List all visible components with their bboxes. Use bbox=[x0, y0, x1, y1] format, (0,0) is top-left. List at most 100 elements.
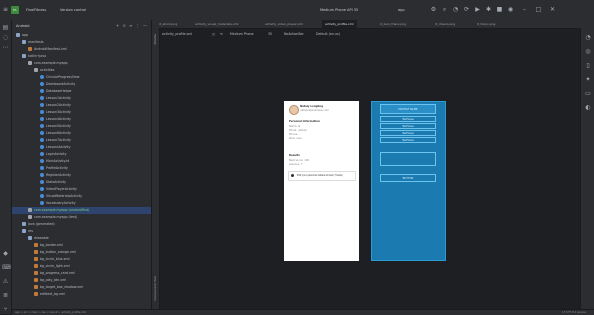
tree-item[interactable]: Lesson1Activity bbox=[12, 95, 151, 102]
gemini-icon[interactable]: ✦ bbox=[584, 76, 592, 84]
design-mode-icon[interactable]: ◫ bbox=[212, 30, 215, 39]
api-dropdown[interactable]: 35 bbox=[268, 30, 272, 39]
run-icon[interactable]: ▶ bbox=[474, 6, 481, 13]
tree-item[interactable]: com.example.myapp (test) bbox=[12, 214, 151, 221]
tree-item[interactable]: StatsActivity bbox=[12, 179, 151, 186]
profile-icon[interactable]: ◉ bbox=[507, 6, 514, 13]
design-canvas[interactable] bbox=[160, 40, 579, 312]
tree-item[interactable]: com.example.myapp bbox=[12, 60, 151, 67]
device-dropdown[interactable]: Medium Phone bbox=[230, 30, 254, 39]
running-devices-icon[interactable]: ▭ bbox=[584, 90, 592, 98]
search-icon[interactable]: ⌕ bbox=[441, 6, 448, 13]
sync-icon[interactable]: ⟳ bbox=[463, 6, 470, 13]
emulator-icon[interactable]: ◐ bbox=[584, 104, 592, 112]
tree-item[interactable]: DashboardActivity bbox=[12, 81, 151, 88]
tree-item[interactable]: activities bbox=[12, 67, 151, 74]
tree-item[interactable]: bg_play_btn.xml bbox=[12, 277, 151, 284]
terminal-icon[interactable]: ⌨ bbox=[2, 264, 11, 271]
breadcrumb[interactable]: app > src > main > res > layout > activi… bbox=[15, 310, 86, 315]
minimize-icon[interactable]: – bbox=[521, 6, 528, 13]
git-icon[interactable]: ⑂ bbox=[2, 306, 9, 313]
tree-item[interactable]: bg_border.xml bbox=[12, 242, 151, 249]
blueprint-preview[interactable]: PROFILE NAME TextView TextView TextView … bbox=[371, 101, 446, 261]
problems-icon[interactable]: ⚠ bbox=[2, 278, 9, 285]
tree-item[interactable]: Lesson5Activity bbox=[12, 123, 151, 130]
xml-file-icon bbox=[34, 250, 38, 254]
stop-icon[interactable]: ■ bbox=[496, 6, 503, 13]
tree-item[interactable]: bg_circle_light.xml bbox=[12, 263, 151, 270]
logcat-icon[interactable]: ≣ bbox=[2, 292, 9, 299]
tree-item[interactable]: VocabularyActivity bbox=[12, 200, 151, 207]
component-tree-tab[interactable]: Component Tree bbox=[153, 276, 157, 301]
tab-file[interactable]: it_tokyo.png bbox=[474, 20, 498, 28]
gear-icon[interactable]: ⚙ bbox=[430, 6, 437, 13]
tree-item[interactable]: res bbox=[12, 228, 151, 235]
close-icon[interactable]: ✕ bbox=[549, 6, 556, 13]
device-selector[interactable]: Medium Phone API 35 bbox=[320, 6, 358, 14]
right-tool-strip: ◔ ◎ ▯ ✦ ▭ ◐ bbox=[580, 28, 594, 314]
xml-file-icon bbox=[34, 278, 38, 282]
tree-item-label: drawable bbox=[34, 236, 49, 240]
tree-item[interactable]: java (generated) bbox=[12, 221, 151, 228]
vcs-widget[interactable]: Version control bbox=[60, 6, 86, 14]
main-menu-icon[interactable]: ≡ bbox=[2, 6, 9, 13]
project-toolbar[interactable]: + ⊙ ≡ ⋮ — bbox=[116, 23, 148, 29]
status-right[interactable]: LF UTF-8 4 spaces bbox=[562, 310, 586, 315]
design-preview[interactable]: Nataly Longling natalyl@example.com Pers… bbox=[284, 101, 359, 261]
notifications-icon[interactable]: ◔ bbox=[584, 34, 592, 42]
tree-item[interactable]: RegisterActivity bbox=[12, 172, 151, 179]
tree-item[interactable]: bg_progress_card.xml bbox=[12, 270, 151, 277]
tree-item[interactable]: LessonsActivity bbox=[12, 144, 151, 151]
folder-icon[interactable]: ▤ bbox=[2, 24, 9, 31]
tree-item[interactable]: VisualMaterialsActivity bbox=[12, 193, 151, 200]
commit-icon[interactable]: ◌ bbox=[2, 34, 9, 41]
android-icon[interactable]: ◆ bbox=[2, 250, 9, 257]
edit-details-card[interactable]: Edit your personal details at test (7 te… bbox=[288, 171, 356, 181]
tree-item[interactable]: manifests bbox=[12, 39, 151, 46]
tree-item[interactable]: Lesson7Activity bbox=[12, 137, 151, 144]
tree-item[interactable]: bg_circle_blue.xml bbox=[12, 256, 151, 263]
tree-item[interactable]: AndroidManifest.xml bbox=[12, 46, 151, 53]
project-name[interactable]: FinalFitness bbox=[26, 6, 46, 14]
tree-item[interactable]: Lesson4Activity bbox=[12, 116, 151, 123]
orientation-icon[interactable]: ⟲ bbox=[220, 30, 223, 39]
tab-file[interactable]: activity_visual_materials.xml bbox=[192, 20, 241, 28]
locale-dropdown[interactable]: Default (en-us) bbox=[316, 30, 340, 39]
tree-item[interactable]: com.example.myapp (androidTest) bbox=[12, 207, 151, 214]
tree-item[interactable]: Lesson2Activity bbox=[12, 102, 151, 109]
palette-tab[interactable]: Palette bbox=[153, 34, 157, 44]
tree-item[interactable]: LoginActivity bbox=[12, 151, 151, 158]
device-manager-icon[interactable]: ▯ bbox=[584, 62, 592, 70]
tree-item[interactable]: bg_target_box_shadow.xml bbox=[12, 284, 151, 291]
tab-file[interactable]: it_zero_there.png bbox=[377, 20, 409, 28]
debug-icon[interactable]: ✱ bbox=[485, 6, 492, 13]
tree-item[interactable]: kotlin+java bbox=[12, 53, 151, 60]
tab-active[interactable]: activity_profile.xml bbox=[322, 20, 357, 28]
project-view-selector[interactable]: Android bbox=[16, 23, 30, 29]
maximize-icon[interactable]: □ bbox=[535, 6, 542, 13]
tree-item[interactable]: Lesson3Activity bbox=[12, 109, 151, 116]
file-selector[interactable]: activity_profile.xml bbox=[162, 30, 192, 39]
tree-item[interactable]: Lesson6Activity bbox=[12, 130, 151, 137]
tab-file[interactable]: activity_video_player.xml bbox=[262, 20, 306, 28]
theme-dropdown[interactable]: NoActionBar bbox=[284, 30, 304, 39]
run-config-selector[interactable]: app bbox=[398, 6, 405, 14]
tree-item[interactable]: VideoPlayerActivity bbox=[12, 186, 151, 193]
tree-item[interactable]: CircularProgressView bbox=[12, 74, 151, 81]
tab-file[interactable]: it_stock.png bbox=[156, 20, 180, 28]
tab-file[interactable]: it_cheers.png bbox=[432, 20, 458, 28]
tree-item[interactable]: DatabaseHelper bbox=[12, 88, 151, 95]
more-icon[interactable]: ⋯ bbox=[2, 44, 9, 51]
project-badge[interactable]: FA bbox=[11, 6, 19, 14]
tree-item[interactable]: edittext_bg.xml bbox=[12, 291, 151, 298]
blueprint-section-box bbox=[380, 152, 436, 166]
tree-item-label: edittext_bg.xml bbox=[40, 292, 65, 296]
bell-icon[interactable]: ◔ bbox=[452, 6, 459, 13]
tree-item[interactable]: MainActivity.kt bbox=[12, 158, 151, 165]
results-line: Best score: 100 bbox=[289, 159, 310, 162]
tree-item[interactable]: bg_button_orange.xml bbox=[12, 249, 151, 256]
gradle-icon[interactable]: ◎ bbox=[584, 48, 592, 56]
tree-item[interactable]: ProfileActivity bbox=[12, 165, 151, 172]
tree-item[interactable]: app bbox=[12, 32, 151, 39]
tree-item[interactable]: drawable bbox=[12, 235, 151, 242]
